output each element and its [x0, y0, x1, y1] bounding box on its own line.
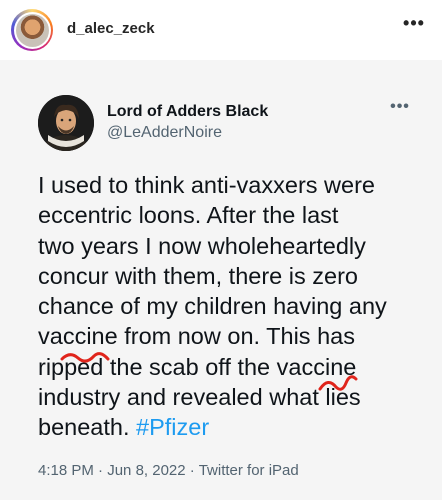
tweet-text-line: beneath. — [38, 414, 137, 441]
hashtag-link[interactable]: #Pfizer — [136, 414, 209, 440]
tweet-date: Jun 8, 2022 — [107, 462, 186, 479]
tweet-text-line: I used to think anti-vaxxers were — [38, 172, 375, 198]
tweet-time: 4:18 PM — [38, 462, 94, 479]
tweet-text-line: vaccine from now on. This has — [38, 323, 355, 350]
tweet-screenshot: Lord of Adders Black @LeAdderNoire ••• I… — [0, 60, 442, 500]
tweet-text-line: concur with them, there is zero — [38, 262, 358, 289]
tweet-text-line: ripped the scab off the vaccine — [38, 353, 357, 380]
more-horizontal-icon[interactable]: ••• — [400, 14, 428, 38]
tweet-text-line: industry and revealed what lies — [38, 384, 361, 411]
instagram-post-header: d_alec_zeck ••• — [0, 0, 442, 60]
tweet-text: I used to think anti-vaxxers were eccent… — [38, 170, 438, 443]
tweet-display-name: Lord of Adders Black — [107, 103, 269, 120]
tweet-source: Twitter for iPad — [198, 462, 299, 479]
tweet-author-avatar — [38, 95, 94, 151]
tweet-text-line: two years I now wholeheartedly — [38, 232, 366, 259]
story-ring[interactable] — [11, 9, 53, 51]
tweet-meta: 4:18 PM · Jun 8, 2022 · Twitter for iPad — [38, 462, 299, 479]
tweet-handle: @LeAdderNoire — [107, 124, 222, 141]
tweet-text-line: eccentric loons. After the last — [38, 202, 339, 229]
tweet-more-icon: ••• — [390, 98, 410, 115]
tweet-text-line: chance of my children having any — [38, 293, 387, 320]
username-link[interactable]: d_alec_zeck — [67, 20, 155, 37]
profile-avatar[interactable] — [15, 13, 49, 47]
tweet-text-last-line: beneath. #Pfizer — [38, 412, 438, 442]
